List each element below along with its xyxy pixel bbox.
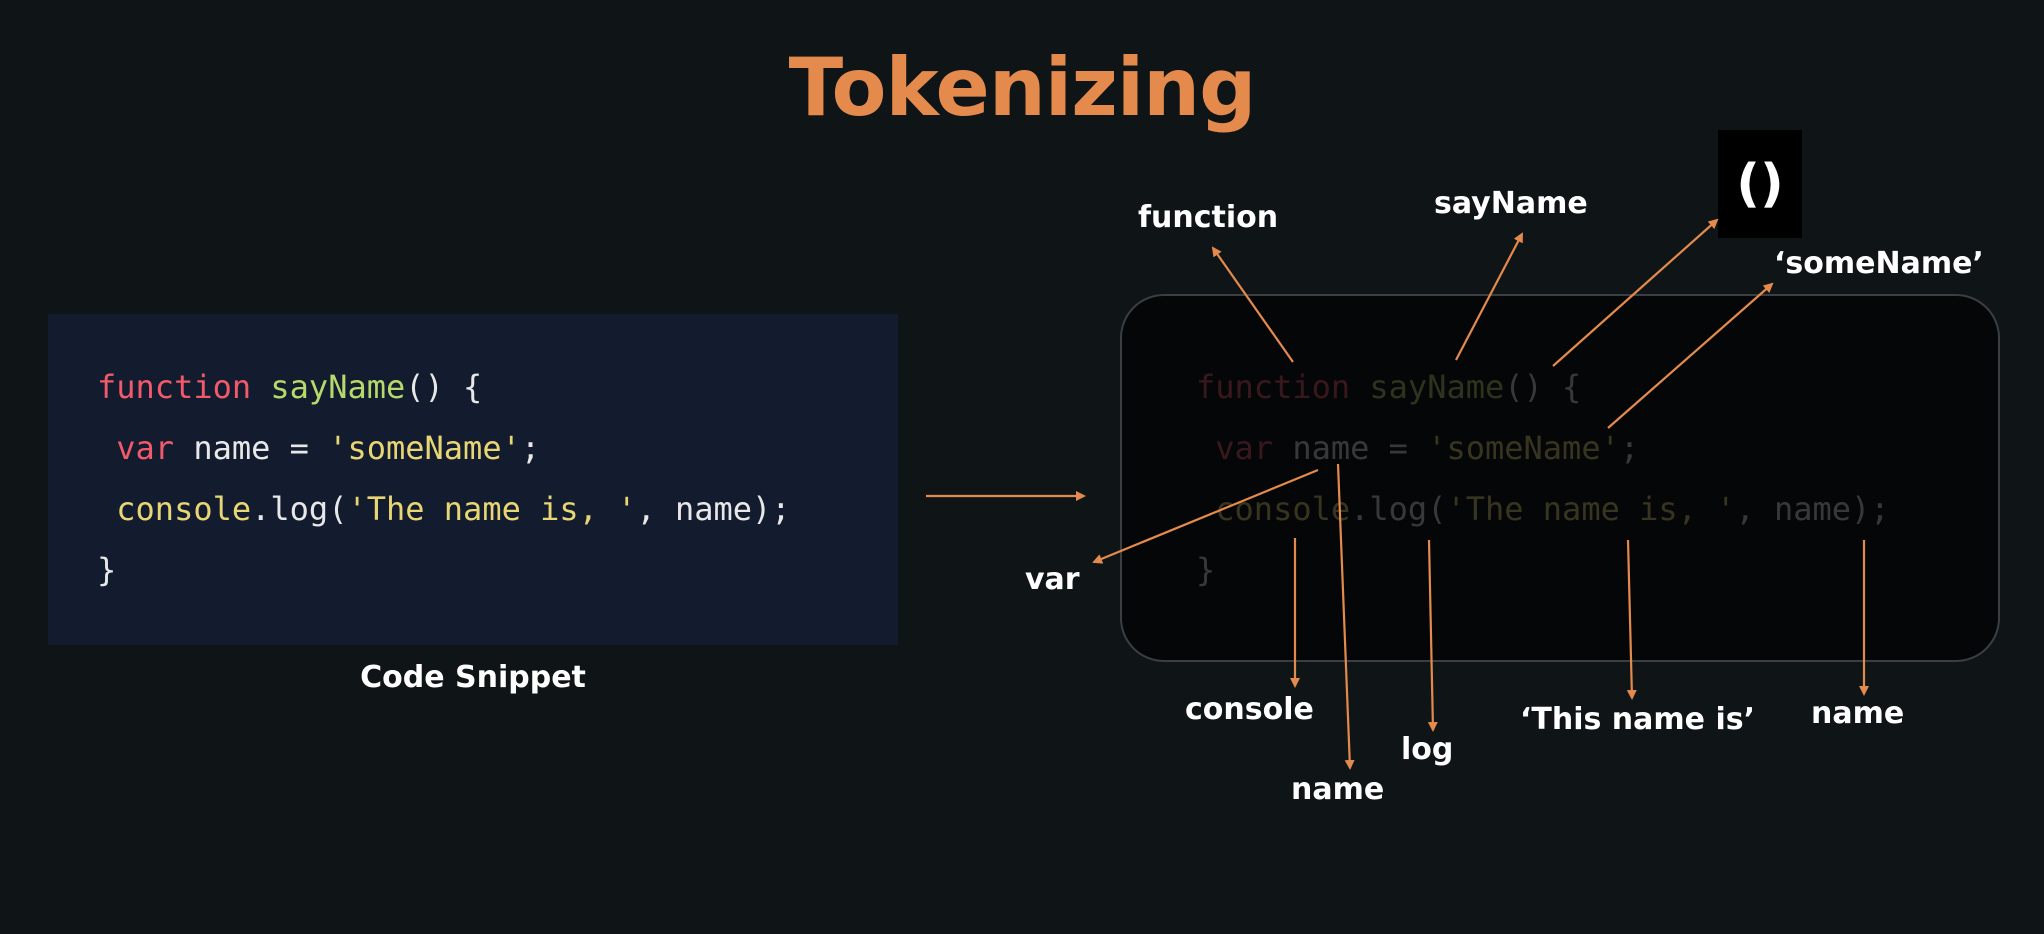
token-arrows (926, 218, 1869, 770)
arrow-log (1427, 539, 1438, 732)
arrow-string-literal (1626, 539, 1637, 700)
arrow-sayname (1455, 232, 1523, 361)
arrow-somename (1607, 282, 1774, 429)
arrow-function (1211, 246, 1294, 363)
arrow-var (1092, 468, 1319, 564)
arrow-parens (1552, 218, 1719, 367)
arrow-name-identifier (1336, 463, 1355, 770)
